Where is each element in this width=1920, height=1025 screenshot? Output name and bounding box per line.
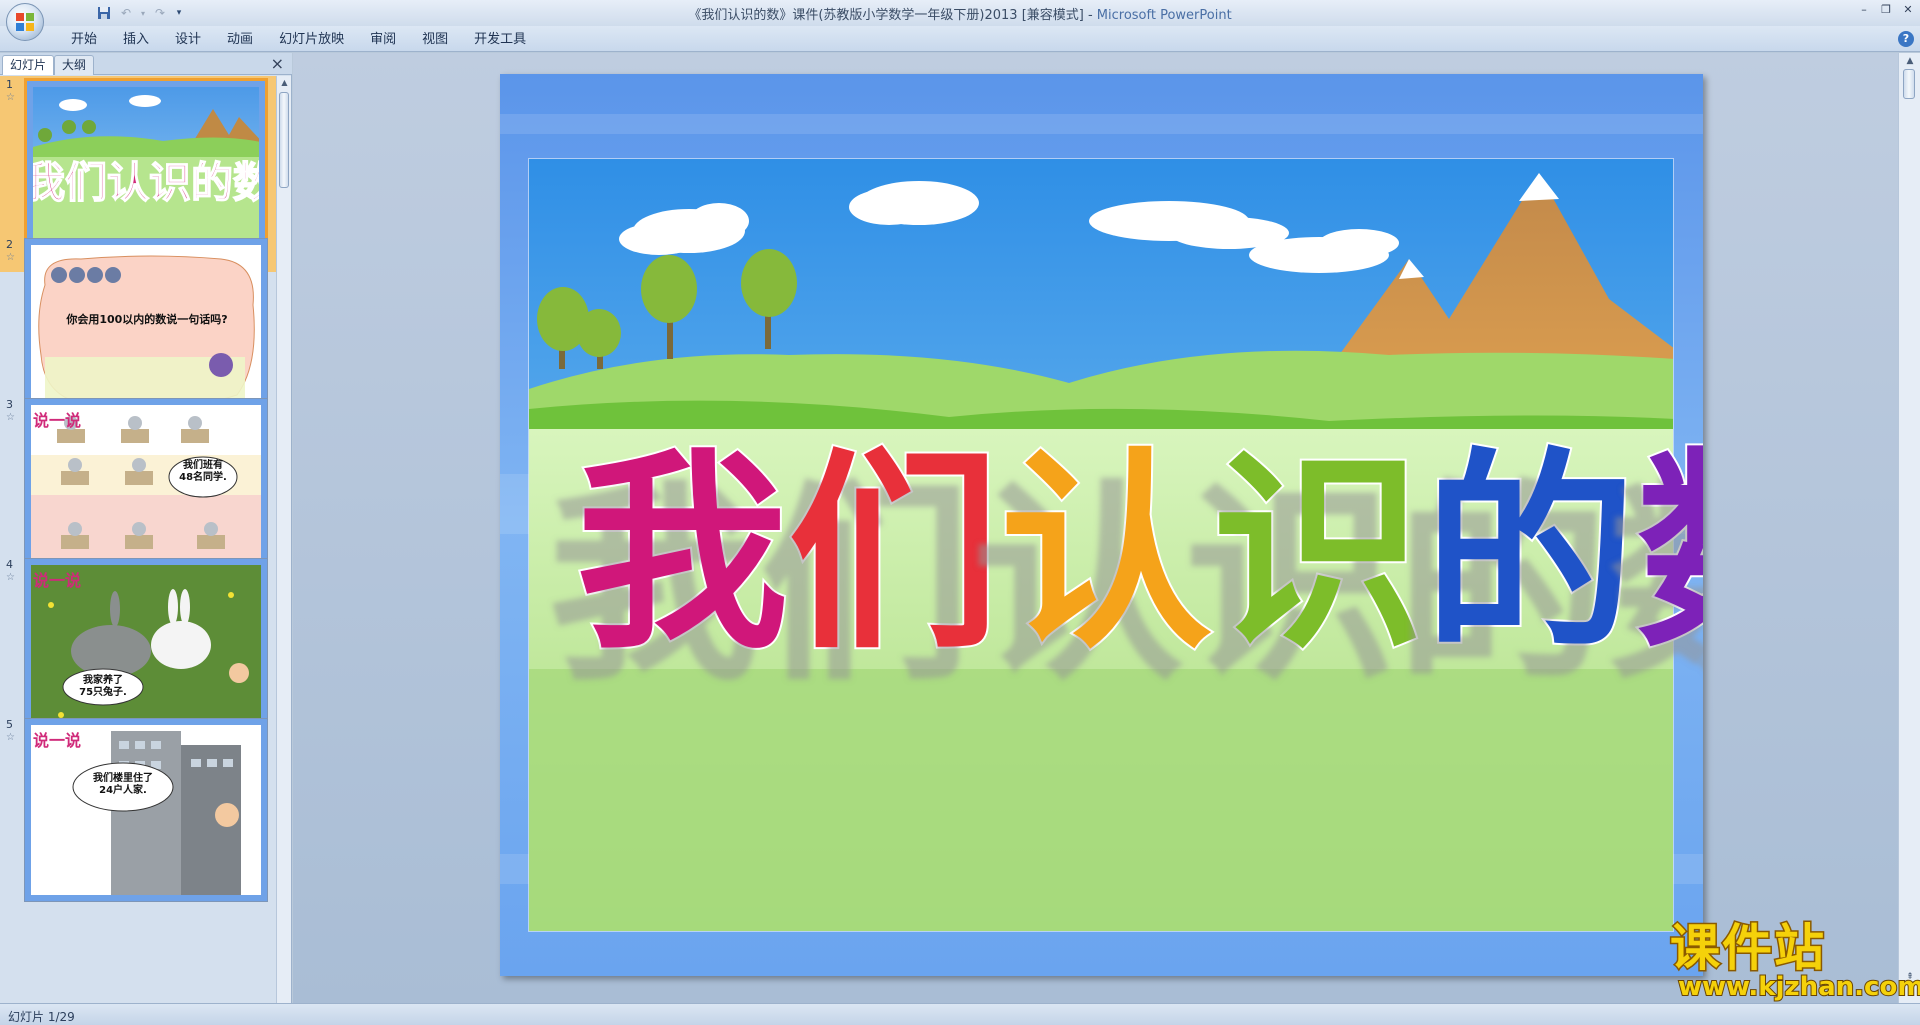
slide-number: 4	[6, 558, 13, 571]
scrollbar-thumb[interactable]	[1903, 69, 1915, 99]
title-bar: ↶ ▾ ↷ ▾ 《我们认识的数》课件(苏教版小学数学一年级下册)2013 [兼容…	[0, 0, 1920, 26]
tab-developer[interactable]: 开发工具	[461, 30, 539, 50]
tab-view[interactable]: 视图	[409, 30, 461, 50]
tab-review[interactable]: 审阅	[357, 30, 409, 50]
bubble-text-line1: 我家养了	[83, 675, 123, 686]
ribbon: 开始 插入 设计 动画 幻灯片放映 审阅 视图 开发工具 ?	[0, 26, 1920, 52]
status-bar: 幻灯片 1/29	[0, 1003, 1920, 1025]
panel-tabs: 幻灯片 大纲 ×	[0, 53, 292, 75]
slide-counter: 幻灯片 1/29	[8, 1010, 75, 1024]
thumbnail-header: 说一说	[33, 571, 82, 590]
slide-number: 3	[6, 398, 13, 411]
title-char-6: 数	[1634, 445, 1703, 661]
animation-star-icon: ☆	[6, 92, 15, 103]
title-char-5: 的	[1422, 428, 1638, 677]
office-logo-icon	[16, 13, 34, 31]
slide-number: 1	[6, 78, 13, 91]
tab-design[interactable]: 设计	[162, 30, 214, 50]
ribbon-tabs: 开始 插入 设计 动画 幻灯片放映 审阅 视图 开发工具	[58, 30, 539, 50]
watermark-text: 课件站	[1669, 918, 1826, 977]
office-button[interactable]	[6, 3, 44, 41]
watermark-url: www.kjzhan.com	[1677, 971, 1920, 1003]
thumbnail-image: 我们认识的数	[24, 78, 268, 262]
title-char-1: 我	[574, 428, 790, 677]
slide-title[interactable]: 我 们 认 识 的 数	[574, 388, 1703, 718]
thumbnail-image: 说一说 我们班有 48名同学.	[24, 398, 268, 582]
bubble-text-line1: 我们楼里住了	[93, 773, 153, 784]
window-title: 《我们认识的数》课件(苏教版小学数学一年级下册)2013 [兼容模式] - Mi…	[0, 4, 1920, 23]
watermark-logo: 课件站 www.kjzhan.com	[1669, 918, 1920, 1003]
powerpoint-window: ↶ ▾ ↷ ▾ 《我们认识的数》课件(苏教版小学数学一年级下册)2013 [兼容…	[0, 0, 1920, 1025]
thumbnail-list: 1 ☆ 我们认识的数	[0, 76, 276, 1003]
thumbnail-image: 说一说 我家养了 75只兔子.	[24, 558, 268, 742]
close-icon[interactable]: ×	[271, 55, 284, 73]
animation-star-icon: ☆	[6, 252, 15, 263]
thumbnail-scrollbar[interactable]: ▲	[276, 76, 291, 1003]
window-controls: – ❐ ✕	[1856, 2, 1916, 18]
bubble-text-line2: 24户人家.	[99, 785, 147, 796]
thumbnail-text: 你会用100以内的数说一句话吗?	[66, 313, 228, 326]
tab-slideshow[interactable]: 幻灯片放映	[266, 30, 357, 50]
animation-star-icon: ☆	[6, 412, 15, 423]
current-slide[interactable]: 我 们 认 识 的 数	[500, 74, 1703, 976]
tab-slides[interactable]: 幻灯片	[2, 55, 55, 75]
slide-thumbnail-5[interactable]: 5 ☆ 说一说 我们楼里住了 24户人家.	[0, 716, 276, 912]
thumbnail-header: 说一说	[33, 411, 82, 430]
app-name: Microsoft PowerPoint	[1096, 8, 1232, 23]
slide-scrollbar[interactable]: ▲ ⇞ ⇟	[1898, 53, 1920, 1003]
scrollbar-thumb[interactable]	[279, 92, 289, 188]
scroll-up-icon[interactable]: ▲	[277, 76, 292, 90]
help-icon[interactable]: ?	[1898, 31, 1914, 47]
landscape-thumbnail-art: 我们认识的数	[33, 87, 259, 253]
thumbnail-image: 说一说 我们楼里住了 24户人家.	[24, 718, 268, 902]
title-char-3: 认	[998, 428, 1214, 677]
tab-home[interactable]: 开始	[58, 30, 110, 50]
tab-animations[interactable]: 动画	[214, 30, 266, 50]
bubble-text-line2: 75只兔子.	[79, 687, 127, 698]
minimize-icon[interactable]: –	[1856, 2, 1872, 18]
title-char-4: 识	[1210, 428, 1426, 677]
tab-insert[interactable]: 插入	[110, 30, 162, 50]
slide-number: 2	[6, 238, 13, 251]
document-title: 《我们认识的数》课件(苏教版小学数学一年级下册)2013 [兼容模式] -	[688, 8, 1097, 23]
bubble-text-line1: 我们班有	[183, 460, 223, 471]
thumbnail-image: 你会用100以内的数说一句话吗?	[24, 238, 268, 422]
thought-bubble-art	[38, 255, 255, 408]
slide-number: 5	[6, 718, 13, 731]
restore-icon[interactable]: ❐	[1878, 2, 1894, 18]
title-char-2: 们	[786, 428, 1002, 677]
thumbnail-header: 说一说	[33, 731, 82, 750]
bubble-text-line2: 48名同学.	[179, 472, 227, 483]
animation-star-icon: ☆	[6, 572, 15, 583]
close-icon[interactable]: ✕	[1900, 2, 1916, 18]
scroll-up-icon[interactable]: ▲	[1899, 53, 1920, 69]
tab-outline[interactable]: 大纲	[54, 55, 95, 75]
thumbnail-title: 我们认识的数	[33, 158, 259, 207]
slides-panel: 幻灯片 大纲 × 1 ☆ 我们认识的 2 ☆ 你会用100以内的数说一句话吗? …	[0, 53, 292, 1003]
animation-star-icon: ☆	[6, 732, 15, 743]
